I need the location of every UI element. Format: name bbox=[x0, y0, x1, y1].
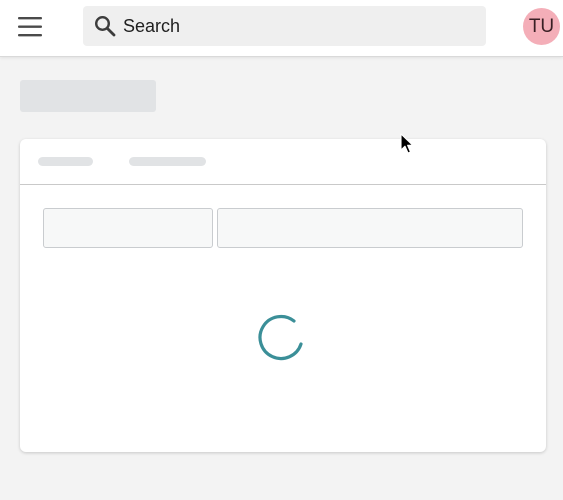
page-title-skeleton bbox=[20, 80, 156, 112]
search-bar[interactable] bbox=[83, 6, 486, 46]
user-avatar[interactable]: TU bbox=[523, 8, 560, 45]
search-icon bbox=[94, 15, 116, 37]
hamburger-menu-icon bbox=[18, 17, 42, 37]
loading-spinner-icon bbox=[258, 314, 303, 361]
filter-field-skeleton bbox=[43, 208, 213, 248]
search-field-skeleton bbox=[217, 208, 523, 248]
search-input[interactable] bbox=[123, 6, 478, 46]
top-app-bar: TU bbox=[0, 0, 563, 57]
menu-button[interactable] bbox=[16, 14, 44, 40]
mouse-pointer-icon bbox=[400, 133, 414, 154]
tab-skeleton bbox=[129, 157, 206, 166]
tab-bar-skeleton bbox=[20, 139, 546, 185]
content-card bbox=[20, 139, 546, 452]
tab-skeleton bbox=[38, 157, 93, 166]
